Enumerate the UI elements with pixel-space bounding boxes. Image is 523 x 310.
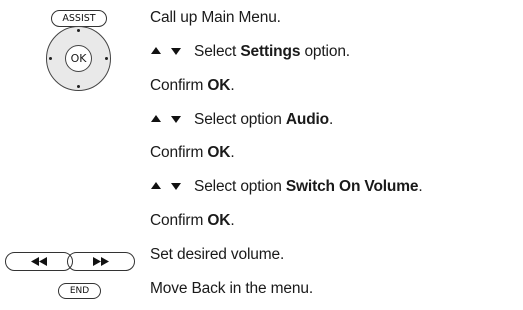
step-text-end: . (230, 144, 235, 161)
assist-button-label: ASSIST (62, 13, 96, 24)
ok-button[interactable]: OK (65, 45, 92, 72)
assist-button[interactable]: ASSIST (51, 10, 107, 27)
end-button-label: END (69, 286, 90, 296)
step-keyword: Audio (285, 111, 329, 128)
rewind-icon (31, 257, 47, 266)
step-text: Confirm (150, 212, 208, 229)
instruction-step: Set desired volume. (150, 246, 284, 264)
step-keyword: OK (207, 212, 231, 229)
up-down-arrows-icon (150, 113, 184, 127)
step-text: Set desired volume. (150, 246, 285, 263)
step-text-end: option. (300, 43, 350, 60)
step-text: Move Back in the menu. (150, 280, 313, 297)
instruction-step: Confirm OK. (150, 212, 235, 230)
instruction-step: Select option Switch On Volume. (150, 178, 423, 196)
step-text-end: . (230, 77, 235, 94)
rewind-button[interactable] (5, 252, 73, 271)
step-keyword: OK (207, 77, 231, 94)
nav-up-dot (77, 29, 80, 32)
instruction-step: Confirm OK. (150, 144, 235, 162)
step-keyword: Settings (240, 43, 301, 60)
step-text: Call up Main Menu. (150, 9, 281, 26)
step-text: Select option (194, 111, 286, 128)
fast-forward-icon (93, 257, 109, 266)
instruction-step: Move Back in the menu. (150, 280, 313, 298)
step-text: Select (194, 43, 241, 60)
nav-left-dot (49, 57, 52, 60)
nav-down-dot (77, 85, 80, 88)
instruction-step: Call up Main Menu. (150, 9, 281, 27)
instruction-step: Confirm OK. (150, 77, 235, 95)
step-keyword: Switch On Volume (285, 178, 419, 195)
end-button[interactable]: END (58, 283, 101, 299)
nav-right-dot (105, 57, 108, 60)
step-text: Confirm (150, 77, 208, 94)
instruction-step: Select Settings option. (150, 43, 350, 61)
step-text-end: . (418, 178, 423, 195)
step-text: Select option (194, 178, 286, 195)
step-text-end: . (230, 212, 235, 229)
up-down-arrows-icon (150, 180, 184, 194)
instruction-step: Select option Audio. (150, 111, 333, 129)
step-text-end: . (328, 111, 334, 128)
up-down-arrows-icon (150, 45, 184, 59)
step-keyword: OK (207, 144, 231, 161)
step-text: Confirm (150, 144, 208, 161)
ok-button-label: OK (70, 52, 87, 65)
fast-forward-button[interactable] (67, 252, 135, 271)
